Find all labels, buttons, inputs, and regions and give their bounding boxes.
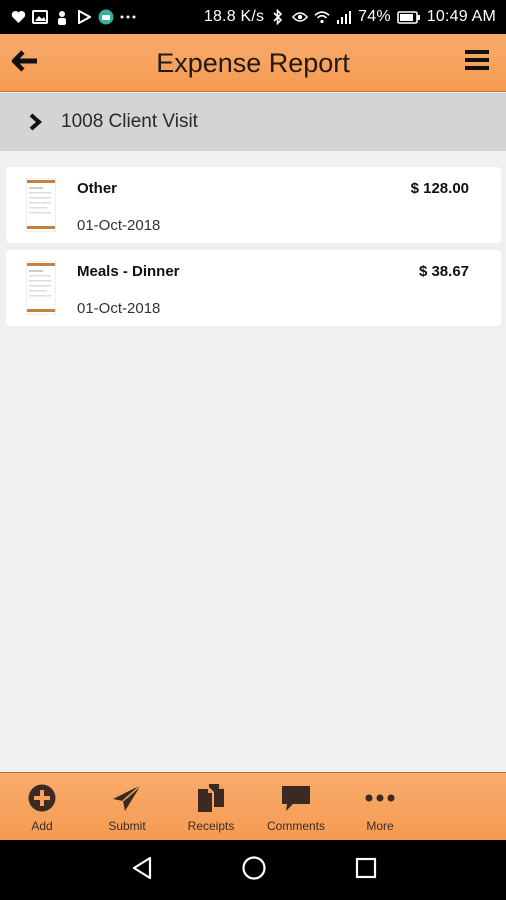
play-icon <box>76 9 92 25</box>
add-label: Add <box>31 819 53 833</box>
page-title: Expense Report <box>156 48 350 78</box>
expense-name: Other <box>77 180 118 197</box>
app-icon <box>98 9 114 25</box>
battery-icon <box>396 9 421 25</box>
report-header[interactable]: 1008 Client Visit <box>0 93 506 151</box>
more-horizontal-icon <box>365 783 395 813</box>
chevron-right-icon <box>24 111 46 133</box>
bluetooth-icon <box>270 9 286 25</box>
comments-button[interactable]: Comments <box>256 773 336 840</box>
status-bar-right: 18.8 K/s 74% 10:49 AM <box>204 8 496 26</box>
signal-icon <box>336 9 352 25</box>
submit-label: Submit <box>108 819 146 833</box>
image-icon <box>32 9 48 25</box>
receipt-thumbnail <box>25 177 57 233</box>
plus-circle-icon <box>27 783 57 813</box>
back-triangle-icon <box>130 856 154 885</box>
comments-label: Comments <box>266 819 325 833</box>
speech-bubble-icon <box>281 783 311 813</box>
status-bar: 18.8 K/s 74% 10:49 AM <box>0 0 506 34</box>
receipts-button[interactable]: Receipts <box>171 773 251 840</box>
back-button[interactable] <box>8 46 42 80</box>
add-button[interactable]: Add <box>2 773 82 840</box>
system-nav-bar <box>0 840 506 900</box>
expense-name: Meals - Dinner <box>77 263 180 280</box>
network-speed: 18.8 K/s <box>203 8 265 25</box>
heart-icon <box>10 9 26 25</box>
wifi-icon <box>314 9 330 25</box>
more-label: More <box>366 819 394 833</box>
app-bar: Expense Report <box>0 34 506 92</box>
home-circle-icon <box>241 855 267 886</box>
expense-date: 01-Oct-2018 <box>77 217 161 234</box>
expense-amount: $ 128.00 <box>410 180 469 197</box>
expense-item[interactable]: Meals - Dinner 01-Oct-2018 $ 38.67 <box>6 250 501 326</box>
clock: 10:49 AM <box>426 8 496 25</box>
report-title: 1008 Client Visit <box>61 111 198 132</box>
hamburger-menu-icon <box>465 49 489 76</box>
paper-plane-icon <box>112 783 142 813</box>
expense-list: Other 01-Oct-2018 $ 128.00 Meals - Dinne… <box>6 167 501 333</box>
menu-button[interactable] <box>462 47 492 77</box>
documents-icon <box>196 783 226 813</box>
nav-home-button[interactable] <box>239 855 269 885</box>
battery-percent: 74% <box>358 8 391 25</box>
expense-amount: $ 38.67 <box>418 263 469 280</box>
status-bar-left <box>10 9 136 25</box>
expense-item[interactable]: Other 01-Oct-2018 $ 128.00 <box>6 167 501 243</box>
more-button[interactable]: More <box>340 773 420 840</box>
nav-recents-button[interactable] <box>351 855 381 885</box>
arrow-left-icon <box>11 49 39 77</box>
expense-date: 01-Oct-2018 <box>77 300 161 317</box>
nav-back-button[interactable] <box>127 855 157 885</box>
bottom-toolbar: Add Submit Receipts Comments More <box>0 772 506 840</box>
receipt-thumbnail <box>25 260 57 316</box>
more-dots-icon <box>120 9 136 25</box>
recents-square-icon <box>355 857 377 884</box>
submit-button[interactable]: Submit <box>87 773 167 840</box>
receipts-label: Receipts <box>187 819 235 833</box>
person-icon <box>54 9 70 25</box>
eye-icon <box>292 9 309 25</box>
